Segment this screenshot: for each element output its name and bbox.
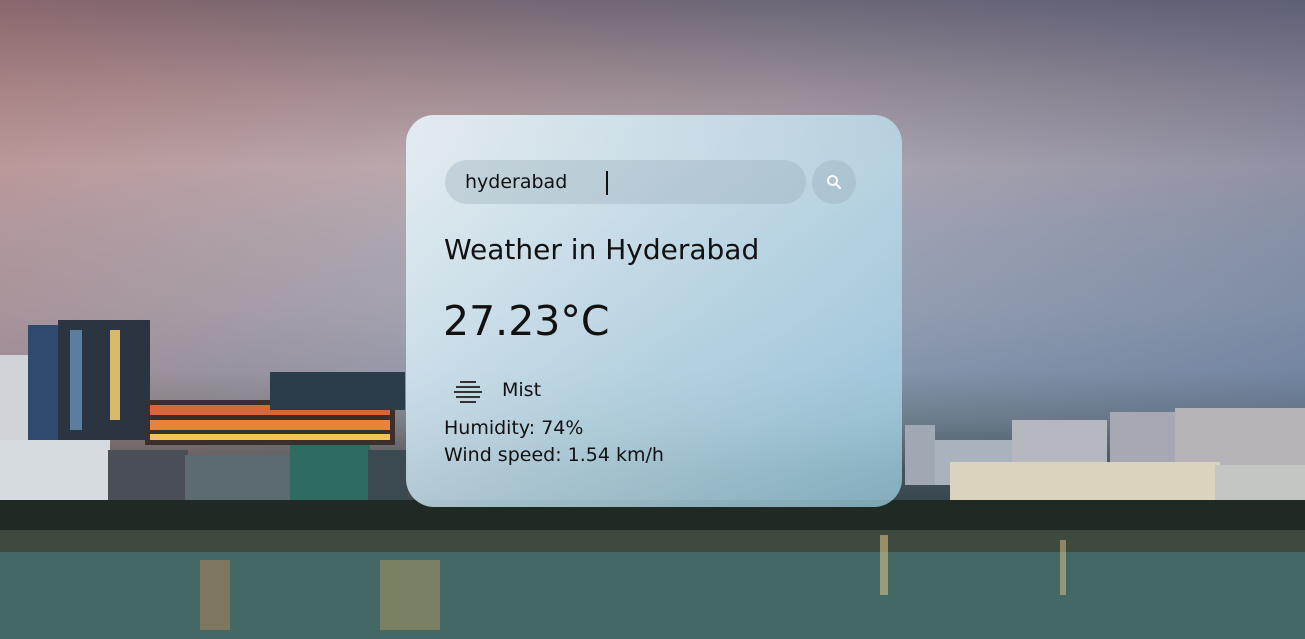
search-bar <box>445 160 857 204</box>
weather-card: Weather in Hyderabad 27.23°C Mist Humidi… <box>406 115 902 507</box>
city-title: Weather in Hyderabad <box>444 233 760 266</box>
search-icon <box>827 175 841 189</box>
mist-icon <box>454 381 482 403</box>
wind-speed-text: Wind speed: 1.54 km/h <box>444 444 664 466</box>
humidity-text: Humidity: 74% <box>444 417 584 439</box>
condition-row: Mist <box>450 375 541 405</box>
search-input[interactable] <box>445 160 806 204</box>
temperature-value: 27.23°C <box>443 297 610 345</box>
condition-label: Mist <box>502 379 542 401</box>
search-button[interactable] <box>812 160 856 204</box>
text-caret <box>606 171 608 195</box>
